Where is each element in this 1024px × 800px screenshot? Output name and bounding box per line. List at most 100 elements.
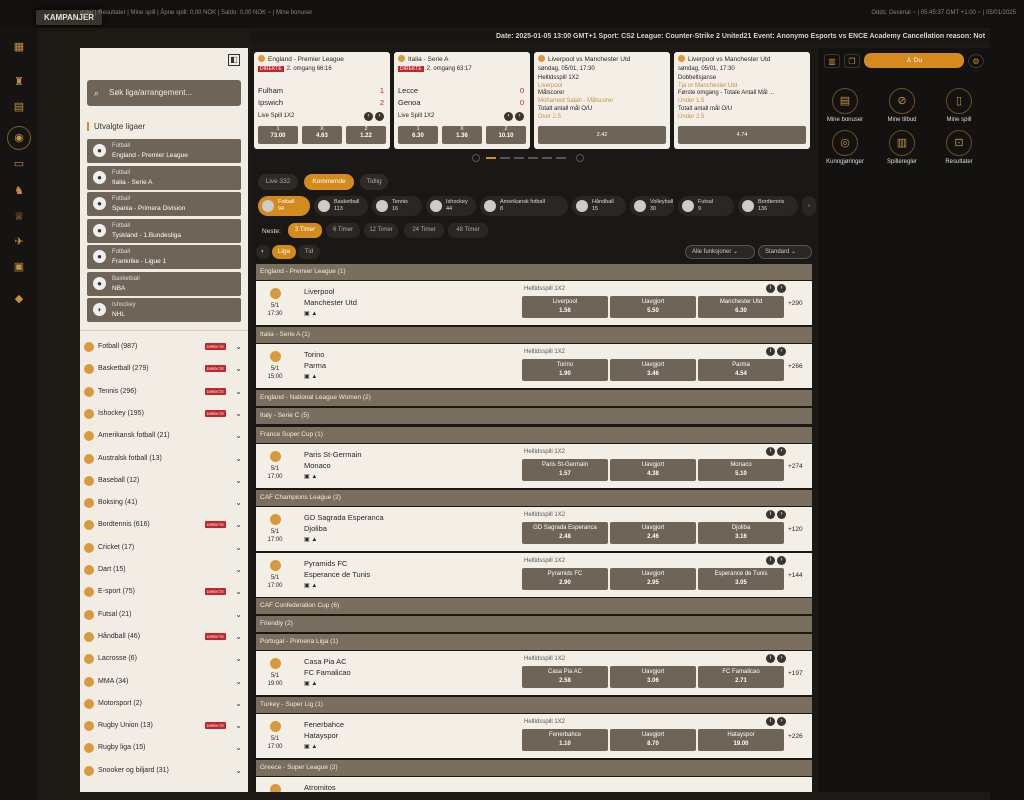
sportbar-next-icon[interactable]: › xyxy=(802,196,816,216)
account-menu-item[interactable]: ⊡ Resultater xyxy=(934,130,984,165)
sort-league-button[interactable]: Liga xyxy=(272,245,296,259)
featured-league-item[interactable]: ● Fotball Tyskland - 1.Bundesliga xyxy=(87,218,241,243)
match-card[interactable]: England - Premier League DIREKTE 2. omgang… xyxy=(254,52,390,149)
league-header[interactable]: Friendly (2) xyxy=(256,616,812,632)
user-button[interactable]: ♙ Du xyxy=(864,53,964,68)
sport-list-item[interactable]: Rugby liga (15) ⌄ xyxy=(84,738,244,758)
combo-odds-button[interactable]: 4.74 xyxy=(678,126,806,144)
more-markets-link[interactable]: +290 xyxy=(788,300,803,307)
odds-button[interactable]: 2 10.10 xyxy=(486,126,526,144)
featured-league-item[interactable]: ● Fotball Frankrike - Ligue 1 xyxy=(87,245,241,269)
sports-icon[interactable]: ◉ xyxy=(7,126,31,150)
sport-filter-volleyball[interactable]: Volleyball 30 xyxy=(630,196,674,216)
more-markets-link[interactable]: +197 xyxy=(788,670,803,677)
more-markets-link[interactable]: +120 xyxy=(788,526,803,533)
diamond-icon[interactable]: ◆ xyxy=(10,290,28,308)
chevron-down-icon[interactable]: ⌄ xyxy=(235,449,242,469)
chevron-right-icon[interactable]: › xyxy=(777,556,786,565)
account-menu-item[interactable]: ▤ Mine bonuser xyxy=(820,88,870,123)
chevron-right-icon[interactable]: › xyxy=(515,112,524,121)
chevron-down-icon[interactable]: ⌄ xyxy=(235,538,242,558)
odds-button[interactable]: Casa Pia AC 2.58 xyxy=(522,666,608,688)
time-filter-1[interactable]: 3 Timer xyxy=(288,223,322,238)
odds-button[interactable]: Uavgjort 5.50 xyxy=(610,296,696,318)
chevron-down-icon[interactable]: ⌄ xyxy=(235,694,242,714)
chevron-right-icon[interactable]: › xyxy=(777,447,786,456)
event-row[interactable]: Torino 5/1 15:00 Parma ▣ ▲ Heltidsspill 1X2 i ›… xyxy=(256,344,812,388)
sport-list-item[interactable]: Tennis (296) DIREKTE ⌄ xyxy=(84,382,244,402)
sport-list-item[interactable]: Håndball (46) DIREKTE ⌄ xyxy=(84,627,244,647)
features-dropdown[interactable]: Alle funksjoner ⌄ xyxy=(685,245,755,259)
featured-league-item[interactable]: ◗ Ishockey NHL xyxy=(87,298,241,322)
chevron-down-icon[interactable]: ⌄ xyxy=(235,761,242,781)
sport-list-item[interactable]: Motorsport (2) ⌄ xyxy=(84,694,244,714)
stats-icon[interactable]: ▣ ▲ xyxy=(304,680,317,687)
combo-odds-button[interactable]: 2.42 xyxy=(538,126,666,144)
odds-button[interactable]: Monaco 5.10 xyxy=(698,459,784,481)
carousel-dot[interactable] xyxy=(514,157,524,159)
chevron-down-icon[interactable]: ⌄ xyxy=(235,716,242,736)
odds-button[interactable]: Uavgjort 3.46 xyxy=(610,359,696,381)
sport-filter-basketball[interactable]: Basketball 113 xyxy=(314,196,368,216)
chevron-down-icon[interactable]: ⌄ xyxy=(235,382,242,402)
league-header[interactable]: Greece - Super League (2) xyxy=(256,760,812,776)
account-menu-item[interactable]: ▥ Spilleregler xyxy=(877,130,927,165)
odds-button[interactable]: Paris St-Germain 1.57 xyxy=(522,459,608,481)
odds-button[interactable]: GD Sagrada Esperanca 2.48 xyxy=(522,522,608,544)
odds-button[interactable]: Pyramids FC 2.90 xyxy=(522,568,608,590)
briefcase-icon[interactable]: ▣ xyxy=(10,258,28,276)
info-icon[interactable]: i xyxy=(766,510,775,519)
info-icon[interactable]: i xyxy=(766,347,775,356)
chevron-down-icon[interactable]: ⌄ xyxy=(235,560,242,580)
tab-early[interactable]: Tidlig xyxy=(360,174,388,190)
odds-button[interactable]: Uavgjort 2.46 xyxy=(610,522,696,544)
stats-icon[interactable]: ▣ ▲ xyxy=(304,582,317,589)
chevron-down-icon[interactable]: ⌄ xyxy=(235,738,242,758)
odds-button[interactable]: Torino 1.90 xyxy=(522,359,608,381)
odds-button[interactable]: 2 1.22 xyxy=(346,126,386,144)
carousel-next-icon[interactable] xyxy=(576,154,584,162)
home-icon[interactable]: ▦ xyxy=(10,38,28,56)
chevron-left-icon[interactable]: ‹ xyxy=(364,112,373,121)
tab-upcoming[interactable]: Kommende xyxy=(304,174,354,190)
league-header[interactable]: England - National League Women (2) xyxy=(256,390,812,406)
odds-button[interactable]: Djoliba 3.16 xyxy=(698,522,784,544)
chevron-down-icon[interactable]: ⌄ xyxy=(235,649,242,669)
odds-button[interactable]: Esperance de Tunis 3.05 xyxy=(698,568,784,590)
sport-filter-futsal[interactable]: Futsal 9 xyxy=(678,196,734,216)
odds-button[interactable]: FC Famalicao 2.71 xyxy=(698,666,784,688)
sport-list-item[interactable]: MMA (34) ⌄ xyxy=(84,672,244,692)
chevron-right-icon[interactable]: › xyxy=(777,347,786,356)
sport-list-item[interactable]: Futsal (21) ⌄ xyxy=(84,605,244,625)
sport-list-item[interactable]: Rugby Union (13) DIREKTE ⌄ xyxy=(84,716,244,736)
league-search-input[interactable]: ⌕ Søk liga/arrangement... xyxy=(87,80,241,106)
match-card[interactable]: Italia - Serie A DIREKTE 2. omgang 63:17 Le… xyxy=(394,52,530,149)
odds-button[interactable]: 1 73.00 xyxy=(258,126,298,144)
stats-icon[interactable]: ▣ ▲ xyxy=(304,743,317,750)
sport-list-item[interactable]: Fotball (987) DIREKTE ⌄ xyxy=(84,337,244,357)
odds-button[interactable]: X 4.63 xyxy=(302,126,342,144)
sport-list-item[interactable]: Baseball (12) ⌄ xyxy=(84,471,244,491)
featured-league-item[interactable]: ● Fotball Spania - Primera Division xyxy=(87,192,241,216)
carousel-dot[interactable] xyxy=(542,157,552,159)
more-markets-link[interactable]: +266 xyxy=(788,363,803,370)
bird-icon[interactable]: ✈ xyxy=(10,233,28,251)
odds-button[interactable]: Liverpool 1.56 xyxy=(522,296,608,318)
sport-list-item[interactable]: Snooker og biljard (31) ⌄ xyxy=(84,761,244,781)
casino-icon[interactable]: ♜ xyxy=(10,73,28,91)
chevron-down-icon[interactable]: ⌄ xyxy=(235,359,242,379)
odds-button[interactable]: Uavgjort 3.06 xyxy=(610,666,696,688)
chevron-down-icon[interactable]: ⌄ xyxy=(235,627,242,647)
sport-list-item[interactable]: Cricket (17) ⌄ xyxy=(84,538,244,558)
info-icon[interactable]: i xyxy=(766,556,775,565)
sport-filter-fotball[interactable]: Fotball 94 xyxy=(258,196,310,216)
time-filter-3[interactable]: 12 Timer xyxy=(364,223,398,238)
event-row[interactable]: Atromitos xyxy=(256,777,812,792)
calendar-icon[interactable]: ▤ xyxy=(10,98,28,116)
event-row[interactable]: Pyramids FC 5/1 17:00 Esperance de Tunis ▣ ▲… xyxy=(256,553,812,597)
sort-time-button[interactable]: Tid xyxy=(298,245,320,259)
event-row[interactable]: Fenerbahce 5/1 17:00 Hatayspor ▣ ▲ Heltidsspi… xyxy=(256,714,812,758)
chevron-down-icon[interactable]: ⌄ xyxy=(235,426,242,446)
standard-dropdown[interactable]: Standard ⌄ xyxy=(758,245,812,259)
carousel-dot[interactable] xyxy=(500,157,510,159)
